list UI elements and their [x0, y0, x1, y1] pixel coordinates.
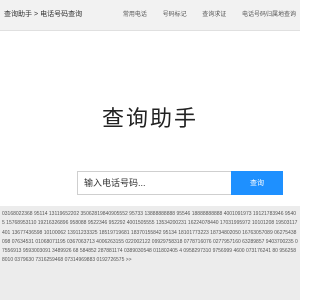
breadcrumb-separator: >: [34, 11, 39, 18]
nav-link-common-phones[interactable]: 常用电话: [123, 12, 147, 18]
search-section: 查询助手 查询: [0, 31, 300, 206]
nav-link-verify[interactable]: 查询求证: [202, 12, 226, 18]
search-input[interactable]: [77, 171, 231, 195]
page-title: 查询助手: [101, 106, 198, 131]
breadcrumb-current[interactable]: 电话号码查询: [40, 11, 82, 18]
breadcrumb-home[interactable]: 查询助手: [4, 11, 32, 18]
search-button[interactable]: 查询: [231, 171, 283, 195]
nav-link-number-marking[interactable]: 号码标记: [163, 12, 187, 18]
breadcrumb: 查询助手 > 电话号码查询: [4, 9, 82, 19]
search-form: 查询: [77, 171, 283, 195]
recent-numbers-list[interactable]: 03168022368 95114 13119652202 3506281984…: [2, 210, 298, 266]
top-nav: 常用电话 号码标记 查询求证 电话号码归属地查询: [109, 9, 296, 18]
top-bar: 查询助手 > 电话号码查询 常用电话 号码标记 查询求证 电话号码归属地查询: [0, 0, 300, 31]
recent-numbers-section: 03168022368 95114 13119652202 3506281984…: [0, 206, 300, 300]
nav-link-location-lookup[interactable]: 电话号码归属地查询: [242, 12, 296, 18]
